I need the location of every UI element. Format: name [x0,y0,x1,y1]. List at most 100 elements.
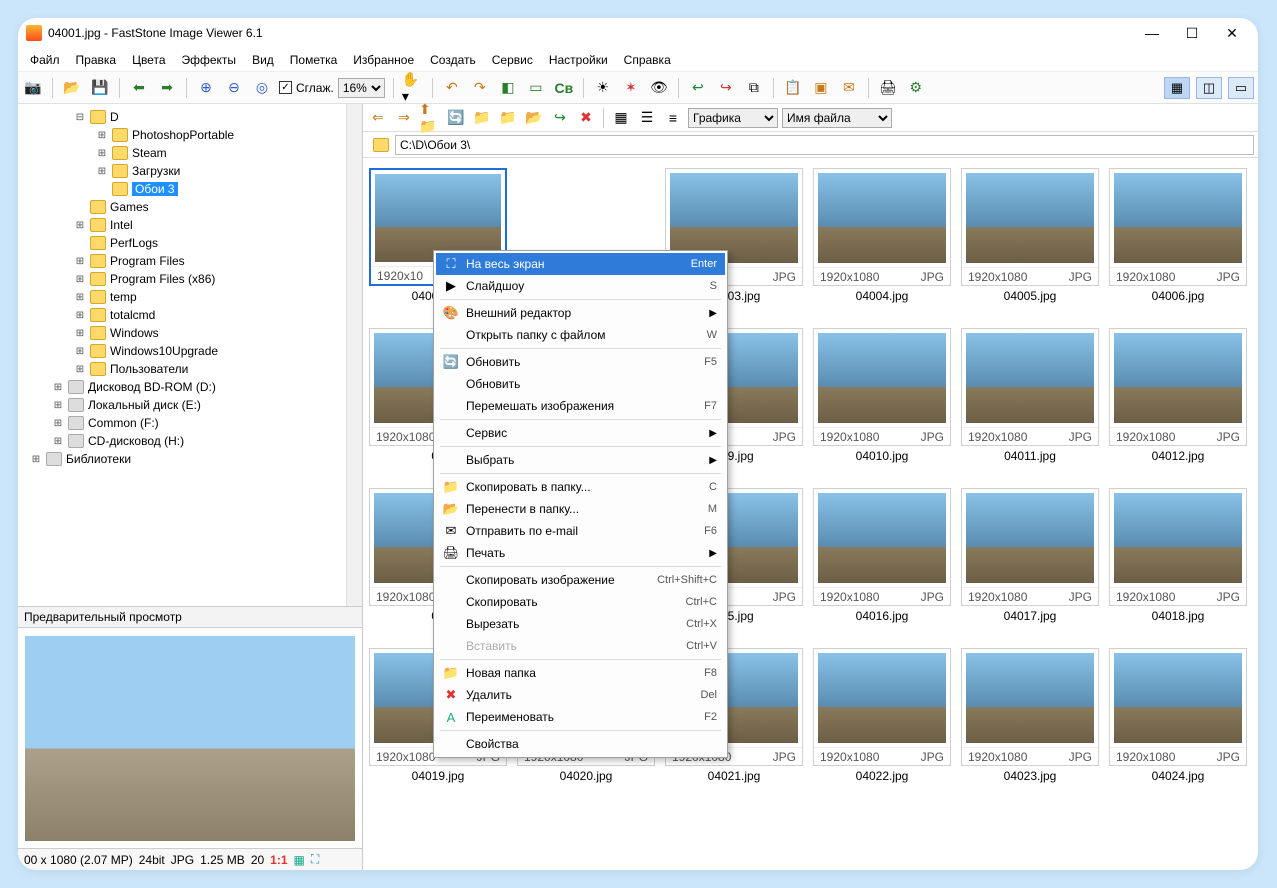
zoom-fit-icon[interactable]: ◎ [251,77,273,99]
thumbnail-item[interactable]: 1920x1080JPG04012.jpg [1109,328,1247,476]
menu-Цвета[interactable]: Цвета [124,51,173,69]
status-histogram-icon[interactable]: ▦ [294,853,305,867]
menu-item[interactable]: 📂Перенести в папку...M [436,498,725,520]
menu-item[interactable]: Свойства [436,733,725,755]
zoom-select[interactable]: 16% [338,78,385,98]
tree-item[interactable]: ⊞Program Files [22,252,346,270]
tree-item[interactable]: ⊞PhotoshopPortable [22,126,346,144]
hand-icon[interactable]: ✋▾ [402,77,424,99]
menu-item[interactable]: 🖨Печать▶ [436,542,725,564]
tree-item[interactable]: ⊞Дисковод BD-ROM (D:) [22,378,346,396]
forward-icon[interactable]: ➡ [156,77,178,99]
redo-icon[interactable]: ↪ [715,77,737,99]
rotate-left-icon[interactable]: ↶ [441,77,463,99]
email-icon[interactable]: ✉ [838,77,860,99]
thumbnail-item[interactable]: 1920x1080JPG04006.jpg [1109,168,1247,316]
thumbnail-item[interactable]: 1920x1080JPG04023.jpg [961,648,1099,796]
acquire-icon[interactable]: 📷 [22,77,44,99]
sort-select[interactable]: Имя файла [782,108,892,128]
zoom-in-icon[interactable]: ⊕ [195,77,217,99]
nav-up-icon[interactable]: ⬆📁 [419,107,441,129]
menu-Сервис[interactable]: Сервис [484,51,541,69]
tree-item[interactable]: ⊞totalcmd [22,306,346,324]
menu-item[interactable]: Сервис▶ [436,422,725,444]
menu-Создать[interactable]: Создать [422,51,484,69]
thumbnail-item[interactable]: 1920x1080JPG04010.jpg [813,328,951,476]
tree-item[interactable]: ⊟D [22,108,346,126]
effects-icon[interactable]: ☀ [592,77,614,99]
thumbnail-item[interactable]: 1920x1080JPG04004.jpg [813,168,951,316]
folder-tree[interactable]: ⊟D⊞PhotoshopPortable⊞Steam⊞ЗагрузкиОбои … [18,104,346,606]
tree-item[interactable]: ⊞temp [22,288,346,306]
menu-item[interactable]: Перемешать изображенияF7 [436,395,725,417]
menu-Файл[interactable]: Файл [22,51,68,69]
thumbnail-item[interactable]: 1920x1080JPG04016.jpg [813,488,951,636]
menu-item[interactable]: Открыть папку с файломW [436,324,725,346]
menu-item[interactable]: СкопироватьCtrl+C [436,591,725,613]
delete-icon[interactable]: ✖ [575,107,597,129]
tree-item[interactable]: PerfLogs [22,234,346,252]
slideshow-icon[interactable]: ▣ [810,77,832,99]
tree-item[interactable]: Games [22,198,346,216]
menu-Правка[interactable]: Правка [68,51,125,69]
move-icon[interactable]: 📂 [523,107,545,129]
menu-item[interactable]: Скопировать изображениеCtrl+Shift+C [436,569,725,591]
undo-icon[interactable]: ↩ [687,77,709,99]
view-list-icon[interactable]: ☰ [636,107,658,129]
status-fullscreen-icon[interactable]: ⛶ [311,852,319,867]
open-icon[interactable]: 📂 [61,77,83,99]
thumbnail-item[interactable]: 1920x1080JPG04018.jpg [1109,488,1247,636]
menu-item[interactable]: 📁Новая папкаF8 [436,662,725,684]
tree-item[interactable]: ⊞Windows10Upgrade [22,342,346,360]
tree-item[interactable]: ⊞Intel [22,216,346,234]
view-detail-icon[interactable]: ≡ [662,107,684,129]
menu-Избранное[interactable]: Избранное [345,51,422,69]
view-large-icon[interactable]: ▦ [610,107,632,129]
menu-item[interactable]: 🔄ОбновитьF5 [436,351,725,373]
thumbnail-item[interactable]: 1920x1080JPG04024.jpg [1109,648,1247,796]
view-full-button[interactable]: ▭ [1228,77,1254,99]
menu-item[interactable]: ✖УдалитьDel [436,684,725,706]
menu-item[interactable]: 📁Скопировать в папку...C [436,476,725,498]
back-icon[interactable]: ⬅ [128,77,150,99]
thumbnail-item[interactable]: 1920x1080JPG04022.jpg [813,648,951,796]
zoom-out-icon[interactable]: ⊖ [223,77,245,99]
tree-item[interactable]: ⊞Windows [22,324,346,342]
menu-Справка[interactable]: Справка [616,51,679,69]
thumbnail-item[interactable]: 1920x1080JPG04005.jpg [961,168,1099,316]
print-icon[interactable]: 🖨 [877,77,899,99]
menu-Пометка[interactable]: Пометка [282,51,346,69]
menu-item[interactable]: AПереименоватьF2 [436,706,725,728]
rotate-right-icon[interactable]: ↷ [469,77,491,99]
filter-select[interactable]: Графика [688,108,778,128]
tree-item[interactable]: ⊞Локальный диск (E:) [22,396,346,414]
copy-to-icon[interactable]: ↪ [549,107,571,129]
menu-item[interactable]: Обновить [436,373,725,395]
crop-icon[interactable]: ◧ [497,77,519,99]
context-menu[interactable]: ⛶На весь экранEnter▶СлайдшоуS🎨Внешний ре… [433,250,728,758]
compare-icon[interactable]: ⧉ [743,77,765,99]
tree-scrollbar[interactable] [346,104,362,606]
smooth-checkbox[interactable]: ✓ [279,81,292,94]
menu-item[interactable]: Выбрать▶ [436,449,725,471]
maximize-button[interactable]: ☐ [1184,25,1200,42]
tree-item[interactable]: ⊞Пользователи [22,360,346,378]
color-icon[interactable]: ✶ [620,77,642,99]
thumbnail-item[interactable]: 1920x1080JPG04017.jpg [961,488,1099,636]
menu-item[interactable]: ВырезатьCtrl+X [436,613,725,635]
view-dual-button[interactable]: ◫ [1196,77,1222,99]
menu-Эффекты[interactable]: Эффекты [174,51,245,69]
settings-icon[interactable]: ⚙ [905,77,927,99]
redeye-icon[interactable]: 👁 [648,77,670,99]
minimize-button[interactable]: — [1144,25,1160,42]
newfolder-icon[interactable]: 📁 [497,107,519,129]
tree-item[interactable]: ⊞Загрузки [22,162,346,180]
close-button[interactable]: ✕ [1224,25,1240,42]
text-icon[interactable]: Св [553,77,575,99]
tree-item[interactable]: ⊞Common (F:) [22,414,346,432]
nav-refresh-icon[interactable]: 🔄 [445,107,467,129]
nav-back-icon[interactable]: ⇐ [367,107,389,129]
tree-item[interactable]: ⊞Program Files (x86) [22,270,346,288]
menu-item[interactable]: ▶СлайдшоуS [436,275,725,297]
tree-item[interactable]: ⊞Библиотеки [22,450,346,468]
